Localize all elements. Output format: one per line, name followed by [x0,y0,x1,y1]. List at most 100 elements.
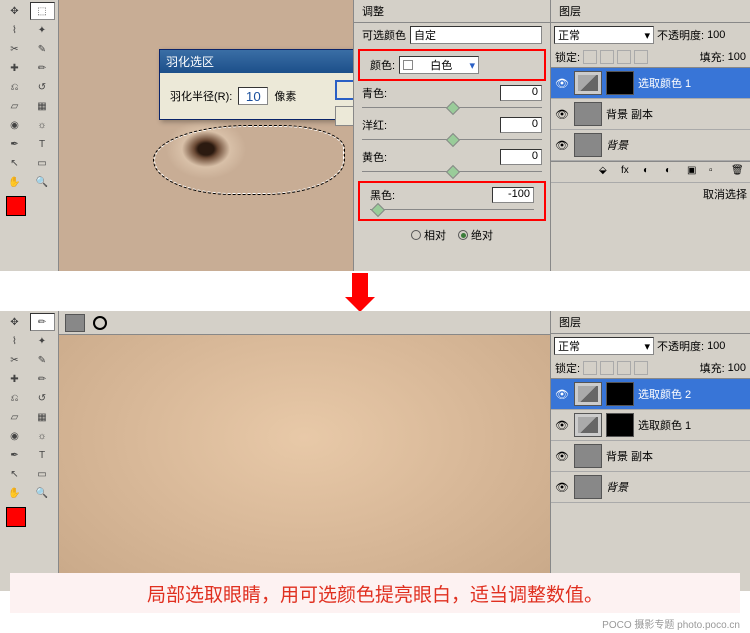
blend-mode-select[interactable]: 正常▾ [554,26,654,44]
visibility-icon[interactable]: 👁 [554,450,570,462]
yellow-slider[interactable]: 黄色:0 [354,147,550,179]
canvas-eye[interactable]: 羽化选区 ✕ 羽化半径(R): 像素 确定 取消 [59,0,353,271]
canvas-face[interactable] [59,311,550,591]
color-select[interactable]: 白色 ▾ [399,56,479,74]
lock-pixels-icon[interactable] [600,50,614,64]
lasso-tool[interactable]: ⌇ [2,332,27,350]
radius-input[interactable] [238,87,268,105]
layer-row[interactable]: 👁 背景 [551,472,750,503]
lock-transparent-icon[interactable] [583,361,597,375]
opacity-value[interactable]: 100 [707,29,725,41]
method-select[interactable]: 自定 [410,26,542,44]
pen-tool[interactable]: ✒ [2,135,27,153]
move-tool[interactable]: ✥ [2,313,27,331]
mask-thumb[interactable] [606,413,634,437]
layer-row[interactable]: 👁 选取颜色 1 [551,68,750,99]
zoom-tool[interactable]: 🔍 [30,484,55,502]
visibility-icon[interactable]: 👁 [554,108,570,120]
path-tool[interactable]: ↖ [2,154,27,172]
eraser-tool[interactable]: ▱ [2,97,27,115]
layers-tab[interactable]: 图层 [551,311,750,334]
black-slider[interactable]: 黑色:-100 [362,185,542,217]
path-tool[interactable]: ↖ [2,465,27,483]
fill-value[interactable]: 100 [728,51,746,63]
visibility-icon[interactable]: 👁 [554,481,570,493]
layer-row[interactable]: 👁 背景 副本 [551,441,750,472]
cyan-slider[interactable]: 青色:0 [354,83,550,115]
eyedropper-tool[interactable]: ✎ [30,40,55,58]
cancel-selection[interactable]: 取消选择 [551,182,750,205]
hand-tool[interactable]: ✋ [2,173,27,191]
history-tool[interactable]: ↺ [30,78,55,96]
brush-tool[interactable]: ✏ [30,59,55,77]
layer-row[interactable]: 👁 背景 [551,130,750,161]
pen-tool[interactable]: ✒ [2,446,27,464]
gradient-tool[interactable]: ▦ [30,408,55,426]
history-tool[interactable]: ↺ [30,389,55,407]
layer-row[interactable]: 👁 选取颜色 2 [551,379,750,410]
eyedropper-tool[interactable]: ✎ [30,351,55,369]
heal-tool[interactable]: ✚ [2,59,27,77]
brush-tool[interactable]: ✏ [30,313,55,331]
stamp-tool[interactable]: ⎌ [2,389,27,407]
crop-tool[interactable]: ✂ [2,351,27,369]
crop-tool[interactable]: ✂ [2,40,27,58]
lock-transparent-icon[interactable] [583,50,597,64]
link-icon[interactable]: ⬙ [599,165,615,179]
marquee-tool[interactable]: ⬚ [30,2,55,20]
mask-icon[interactable]: ◐ [643,165,659,179]
stamp-tool[interactable]: ⎌ [2,78,27,96]
lock-all-icon[interactable] [634,361,648,375]
color-swatch[interactable] [2,507,56,537]
cancel-button[interactable]: 取消 [335,106,353,126]
blend-mode-select[interactable]: 正常▾ [554,337,654,355]
relative-radio[interactable]: 相对 [411,227,446,243]
blur-tool[interactable]: ◉ [2,427,27,445]
adjustments-tab[interactable]: 调整 [354,0,550,23]
lock-all-icon[interactable] [634,50,648,64]
mask-thumb[interactable] [606,71,634,95]
text-tool[interactable]: T [30,446,55,464]
layers-tab[interactable]: 图层 [551,0,750,23]
adjustment-icon[interactable]: ◐ [665,165,681,179]
new-layer-icon[interactable]: ▫ [709,165,725,179]
lasso-tool[interactable]: ⌇ [2,21,27,39]
lock-position-icon[interactable] [617,50,631,64]
visibility-icon[interactable]: 👁 [554,388,570,400]
folder-icon[interactable]: ▣ [687,165,703,179]
color-swatch[interactable] [2,196,56,226]
zoom-tool[interactable]: 🔍 [30,173,55,191]
lock-pixels-icon[interactable] [600,361,614,375]
shape-tool[interactable]: ▭ [30,465,55,483]
brush-tool[interactable]: ✏ [30,370,55,388]
visibility-icon[interactable]: 👁 [554,139,570,151]
blur-tool[interactable]: ◉ [2,116,27,134]
visibility-icon[interactable]: 👁 [554,419,570,431]
move-tool[interactable]: ✥ [2,2,27,20]
shape-tool[interactable]: ▭ [30,154,55,172]
hand-tool[interactable]: ✋ [2,484,27,502]
mask-preview[interactable] [65,314,85,332]
fill-value[interactable]: 100 [728,362,746,374]
eraser-tool[interactable]: ▱ [2,408,27,426]
gradient-tool[interactable]: ▦ [30,97,55,115]
wand-tool[interactable]: ✦ [30,332,55,350]
layer-row[interactable]: 👁 选取颜色 1 [551,410,750,441]
visibility-icon[interactable]: 👁 [554,77,570,89]
lock-position-icon[interactable] [617,361,631,375]
dodge-tool[interactable]: ☼ [30,427,55,445]
opacity-value[interactable]: 100 [707,340,725,352]
dialog-titlebar[interactable]: 羽化选区 ✕ [160,50,353,73]
trash-icon[interactable]: 🗑 [731,165,747,179]
text-tool[interactable]: T [30,135,55,153]
ok-button[interactable]: 确定 [335,80,353,100]
fx-icon[interactable]: fx [621,165,637,179]
magenta-slider[interactable]: 洋红:0 [354,115,550,147]
heal-tool[interactable]: ✚ [2,370,27,388]
dodge-tool[interactable]: ☼ [30,116,55,134]
layer-thumb [574,102,602,126]
wand-tool[interactable]: ✦ [30,21,55,39]
layer-row[interactable]: 👁 背景 副本 [551,99,750,130]
absolute-radio[interactable]: 绝对 [458,227,493,243]
mask-thumb[interactable] [606,382,634,406]
